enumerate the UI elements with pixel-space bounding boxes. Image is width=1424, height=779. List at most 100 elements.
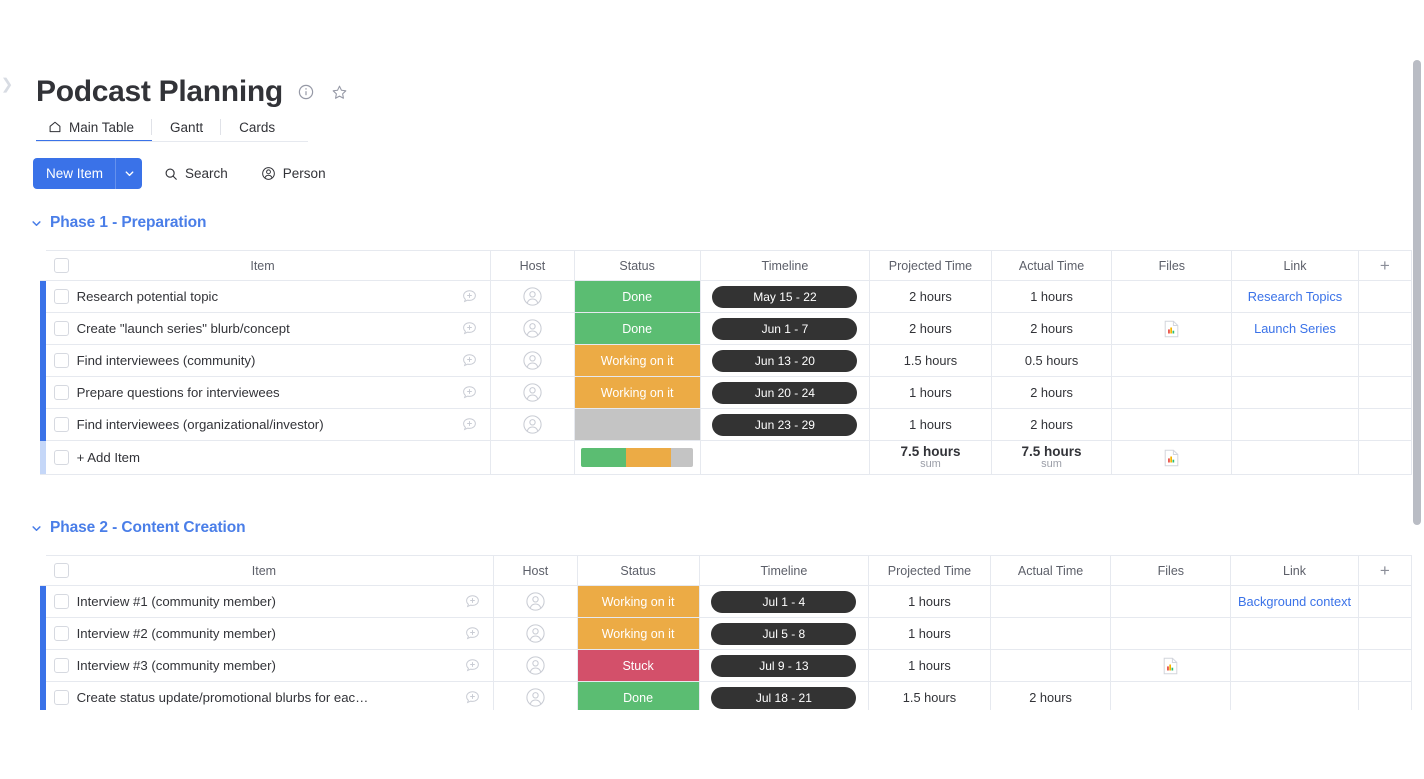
projected-time-cell[interactable]: 1 hours — [869, 408, 992, 441]
timeline-cell[interactable]: Jun 13 - 20 — [700, 344, 871, 377]
row-checkbox[interactable] — [53, 385, 69, 400]
files-cell[interactable] — [1110, 649, 1232, 682]
projected-time-cell[interactable]: 1.5 hours — [869, 344, 992, 377]
row-select-cell[interactable] — [45, 280, 77, 313]
files-cell[interactable] — [1111, 312, 1233, 345]
projected-time-cell[interactable]: 2 hours — [869, 312, 992, 345]
row-checkbox[interactable] — [53, 658, 69, 673]
add-item-button[interactable]: + Add Item — [76, 440, 449, 475]
column-header-timeline[interactable]: Timeline — [699, 555, 870, 586]
chat-plus-icon[interactable] — [464, 625, 481, 640]
status-cell[interactable]: Working on it — [574, 344, 701, 377]
row-select-cell[interactable] — [45, 440, 77, 475]
link-cell[interactable] — [1231, 376, 1359, 409]
avatar-placeholder-icon[interactable] — [525, 656, 546, 675]
row-select-cell[interactable] — [45, 312, 77, 345]
status-cell[interactable] — [574, 408, 701, 441]
host-cell[interactable] — [493, 649, 578, 682]
row-checkbox[interactable] — [53, 417, 69, 432]
row-select-cell[interactable] — [45, 585, 77, 618]
open-updates-cell[interactable] — [448, 376, 492, 409]
chevron-down-icon[interactable] — [26, 518, 46, 538]
open-updates-cell[interactable] — [451, 649, 495, 682]
actual-time-cell[interactable]: 2 hours — [991, 376, 1113, 409]
info-icon[interactable] — [295, 81, 317, 103]
chat-plus-icon[interactable] — [464, 657, 481, 672]
vertical-scrollbar[interactable] — [1410, 0, 1424, 779]
host-cell[interactable] — [493, 585, 578, 618]
table-row[interactable]: Research potential topic Done May 15 - 22 2… — [40, 280, 1412, 313]
link-cell[interactable] — [1230, 649, 1359, 682]
column-header-item[interactable]: Item — [76, 555, 452, 586]
item-name-cell[interactable]: Create "launch series" blurb/concept — [76, 312, 449, 345]
host-cell[interactable] — [490, 344, 575, 377]
select-all-header[interactable] — [45, 250, 77, 281]
link-cell[interactable] — [1231, 408, 1359, 441]
table-row[interactable]: Interview #1 (community member) Working o… — [40, 585, 1412, 618]
link-cell[interactable] — [1230, 617, 1359, 650]
new-item-button[interactable]: New Item — [33, 158, 143, 189]
column-header-projected-time[interactable]: Projected Time — [869, 250, 992, 281]
table-row[interactable]: Find interviewees (organizational/invest… — [40, 408, 1412, 441]
select-all-checkbox[interactable] — [53, 563, 69, 578]
column-header-files[interactable]: Files — [1110, 555, 1232, 586]
link-cell[interactable]: Launch Series — [1231, 312, 1359, 345]
row-checkbox[interactable] — [53, 594, 69, 609]
item-name-cell[interactable]: Find interviewees (organizational/invest… — [76, 408, 449, 441]
column-header-host[interactable]: Host — [490, 250, 575, 281]
tab-gantt[interactable]: Gantt — [152, 114, 222, 142]
link-cell[interactable]: Research Topics — [1231, 280, 1359, 313]
host-cell[interactable] — [493, 617, 578, 650]
avatar-placeholder-icon[interactable] — [525, 592, 546, 611]
row-checkbox[interactable] — [53, 321, 69, 336]
status-cell[interactable]: Working on it — [577, 585, 700, 618]
file-icon[interactable] — [1164, 320, 1179, 337]
row-select-cell[interactable] — [45, 617, 77, 650]
item-name-cell[interactable]: Research potential topic — [76, 280, 449, 313]
actual-time-cell[interactable]: 2 hours — [991, 408, 1113, 441]
column-header-status[interactable]: Status — [577, 555, 700, 586]
add-column-button[interactable]: + — [1358, 555, 1412, 586]
avatar-placeholder-icon[interactable] — [522, 383, 543, 402]
avatar-placeholder-icon[interactable] — [522, 351, 543, 370]
item-name-cell[interactable]: Interview #3 (community member) — [76, 649, 452, 682]
link-anchor[interactable]: Research Topics — [1248, 289, 1342, 304]
link-cell[interactable]: Background context — [1230, 585, 1359, 618]
row-select-cell[interactable] — [45, 649, 77, 682]
actual-time-cell[interactable] — [990, 617, 1112, 650]
projected-time-cell[interactable]: 1.5 hours — [868, 681, 991, 710]
timeline-cell[interactable]: Jun 1 - 7 — [700, 312, 871, 345]
select-all-checkbox[interactable] — [53, 258, 69, 273]
files-cell[interactable] — [1110, 585, 1232, 618]
status-summary-cell[interactable] — [574, 440, 701, 475]
files-cell[interactable] — [1111, 408, 1233, 441]
host-cell[interactable] — [493, 681, 578, 710]
column-header-projected-time[interactable]: Projected Time — [868, 555, 991, 586]
timeline-cell[interactable]: May 15 - 22 — [700, 280, 871, 313]
open-updates-cell[interactable] — [451, 681, 495, 710]
tab-cards[interactable]: Cards — [221, 114, 293, 142]
projected-time-cell[interactable]: 1 hours — [868, 585, 991, 618]
table-row[interactable]: Create "launch series" blurb/concept Done… — [40, 312, 1412, 345]
table-row[interactable]: Find interviewees (community) Working on … — [40, 344, 1412, 377]
actual-time-cell[interactable]: 2 hours — [991, 312, 1113, 345]
open-updates-cell[interactable] — [451, 585, 495, 618]
timeline-cell[interactable]: Jul 9 - 13 — [699, 649, 870, 682]
timeline-cell[interactable]: Jul 5 - 8 — [699, 617, 870, 650]
link-anchor[interactable]: Launch Series — [1254, 321, 1336, 336]
projected-time-cell[interactable]: 1 hours — [869, 376, 992, 409]
projected-time-summary[interactable]: 7.5 hours sum — [869, 440, 992, 475]
timeline-cell[interactable]: Jun 23 - 29 — [700, 408, 871, 441]
actual-time-summary[interactable]: 7.5 hours sum — [991, 440, 1113, 475]
open-updates-cell[interactable] — [448, 280, 492, 313]
avatar-placeholder-icon[interactable] — [522, 319, 543, 338]
row-checkbox[interactable] — [53, 289, 69, 304]
avatar-placeholder-icon[interactable] — [525, 624, 546, 643]
chat-plus-icon[interactable] — [464, 593, 481, 608]
column-header-item[interactable]: Item — [76, 250, 449, 281]
table-row[interactable]: Interview #3 (community member) Stuck Jul … — [40, 649, 1412, 682]
column-header-host[interactable]: Host — [493, 555, 578, 586]
open-updates-cell[interactable] — [448, 408, 492, 441]
chevron-down-icon[interactable] — [115, 158, 142, 189]
avatar-placeholder-icon[interactable] — [522, 287, 543, 306]
